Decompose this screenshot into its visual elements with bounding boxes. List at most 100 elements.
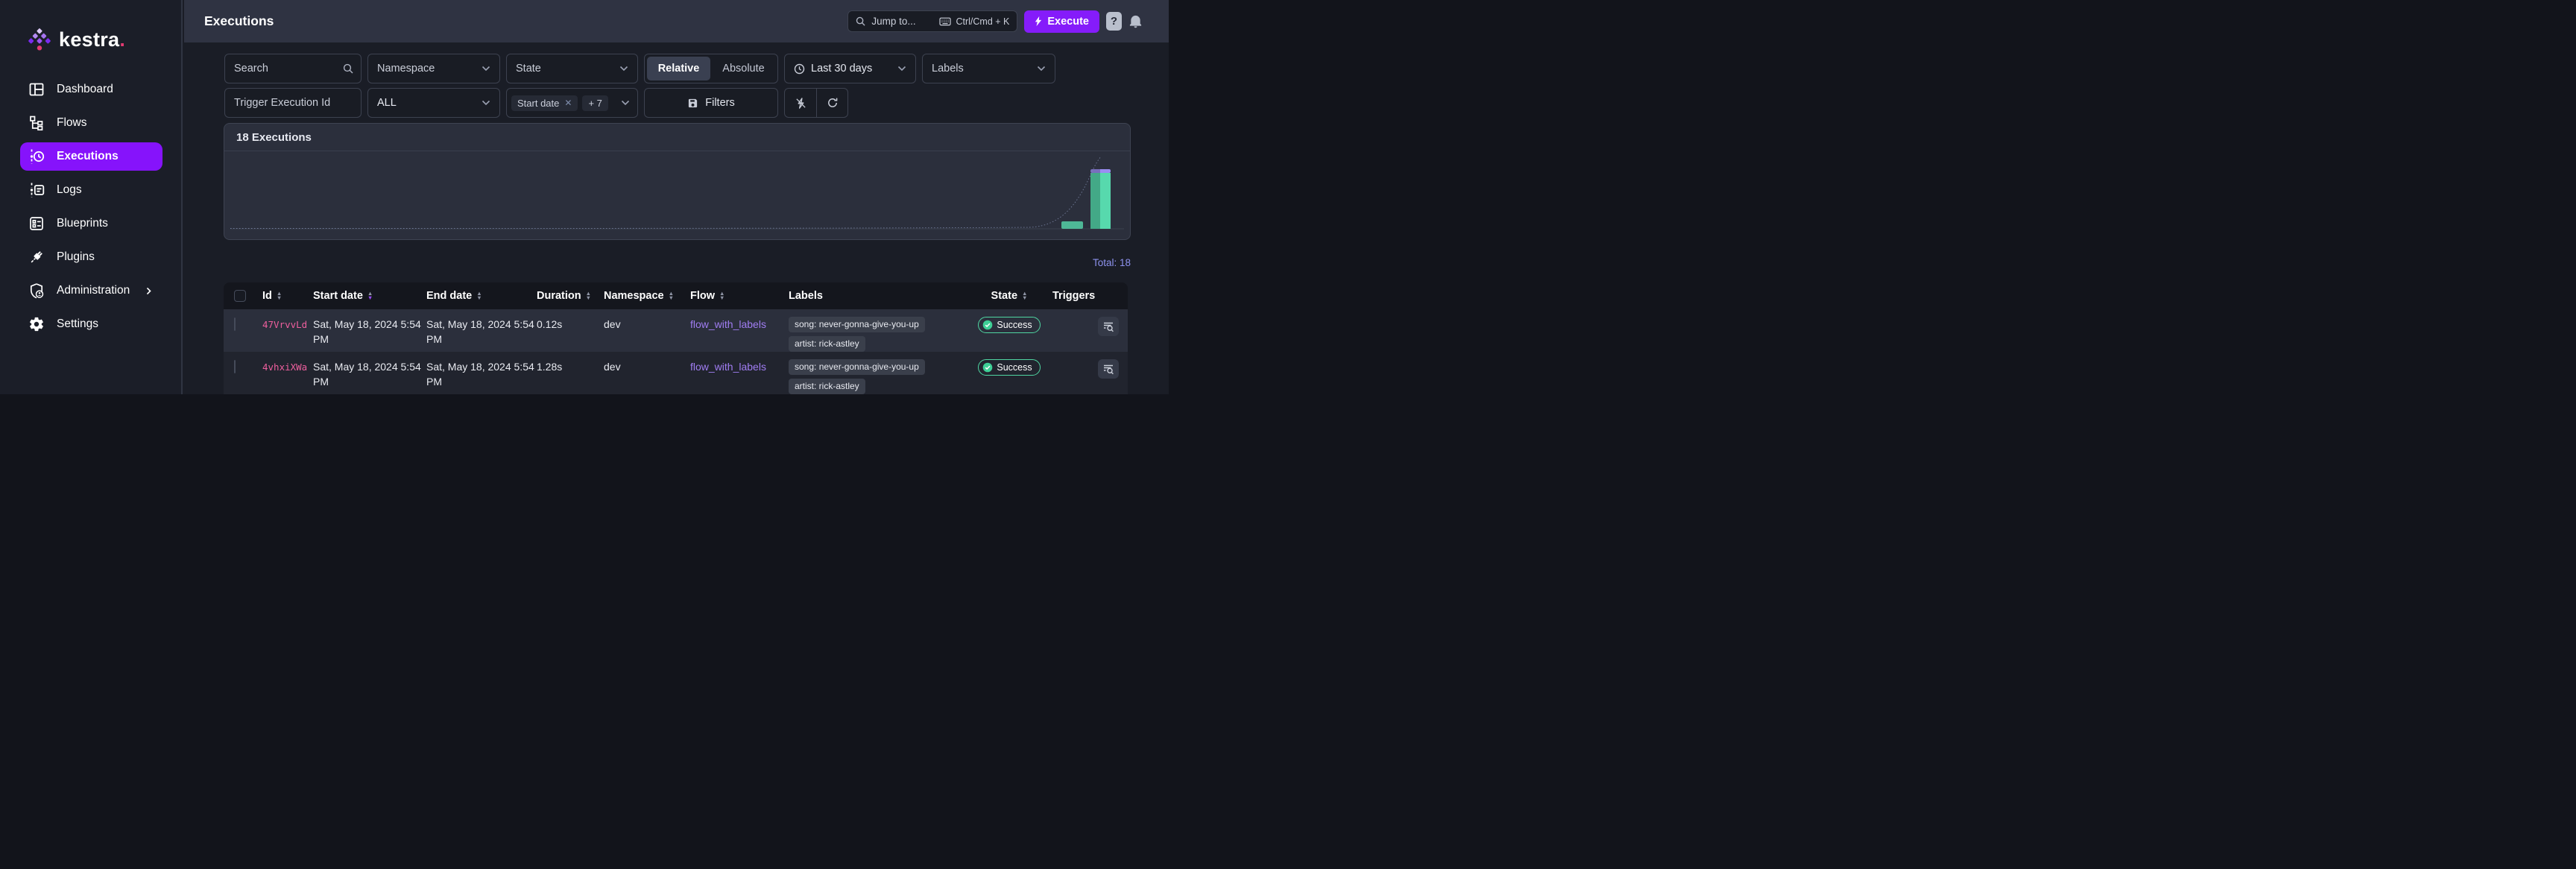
remove-chip-icon[interactable]: ✕ (564, 98, 572, 108)
scope-value: ALL (377, 97, 397, 109)
column-header-state[interactable]: State ▲ ▼ (967, 290, 1051, 302)
state-filter-label: State (516, 63, 541, 75)
sidebar-item-administration[interactable]: Administration (20, 276, 162, 305)
total-count: Total: 18 (1092, 257, 1131, 268)
question-mark-icon: ? (1110, 15, 1118, 28)
row-checkbox[interactable] (234, 317, 236, 331)
chevron-right-icon (144, 286, 154, 296)
dashboard-icon (28, 81, 45, 98)
blueprints-icon (28, 215, 45, 232)
date-range-select[interactable]: Last 30 days (784, 54, 916, 83)
check-circle-icon (982, 362, 993, 373)
trigger-execution-id-filter (224, 88, 362, 118)
brand-dot: . (119, 28, 126, 51)
brand-name: kestra. (59, 28, 126, 51)
execute-label: Execute (1047, 15, 1089, 28)
refresh-button[interactable] (816, 89, 847, 117)
column-header-namespace[interactable]: Namespace ▲ ▼ (599, 290, 687, 302)
shortcut-text: Ctrl/Cmd + K (956, 16, 1010, 27)
chevron-down-icon (621, 100, 630, 106)
trigger-logs-button[interactable] (1098, 317, 1119, 336)
absolute-toggle[interactable]: Absolute (712, 57, 775, 80)
time-mode-toggle: Relative Absolute (644, 54, 778, 83)
column-label: Labels (789, 290, 823, 302)
columns-multiselect[interactable]: Start date ✕ + 7 (506, 88, 638, 118)
state-cell: Success (967, 352, 1051, 376)
column-header-end-date[interactable]: End date ▲ ▼ (423, 290, 535, 302)
text-search-icon (1102, 320, 1114, 332)
relative-label: Relative (657, 63, 700, 75)
sidebar-item-label: Flows (57, 116, 87, 129)
trigger-logs-button[interactable] (1098, 359, 1119, 379)
sidebar-item-flows[interactable]: Flows (20, 109, 162, 137)
jump-to-search[interactable]: Jump to... Ctrl/Cmd + K (847, 10, 1018, 32)
table-row[interactable]: 47VrvvLd Sat, May 18, 2024 5:54 PM Sat, … (224, 309, 1128, 352)
namespace-filter-label: Namespace (377, 63, 435, 75)
table-row[interactable]: 4vhxiXWa Sat, May 18, 2024 5:54 PM Sat, … (224, 352, 1128, 394)
save-filters-button[interactable]: Filters (644, 88, 778, 118)
status-label: Success (997, 320, 1032, 330)
namespace-value: dev (604, 361, 621, 373)
executions-chart[interactable] (224, 151, 1130, 239)
scope-select[interactable]: ALL (367, 88, 500, 118)
sidebar-item-dashboard[interactable]: Dashboard (20, 75, 162, 104)
sidebar-item-logs[interactable]: Logs (20, 176, 162, 204)
column-header-labels: Labels (786, 290, 967, 302)
auto-refresh-off-button[interactable] (785, 89, 816, 117)
sidebar-item-plugins[interactable]: Plugins (20, 243, 162, 271)
column-header-flow[interactable]: Flow ▲ ▼ (687, 290, 786, 302)
labels-filter-select[interactable]: Labels (922, 54, 1055, 83)
column-label: Duration (537, 290, 581, 302)
select-all-checkbox[interactable] (234, 290, 246, 302)
notifications-button[interactable] (1128, 14, 1143, 28)
search-input[interactable] (224, 54, 362, 83)
chip-label: Start date (517, 97, 560, 109)
filters-row-1: Namespace State Relative Absolute Last 3… (224, 54, 1055, 83)
absolute-label: Absolute (722, 63, 765, 75)
page-title: Executions (204, 13, 274, 28)
labels-cell: song: never-gonna-give-you-up artist: ri… (786, 352, 967, 394)
lightning-bolt-icon (1035, 16, 1042, 27)
gear-icon (28, 316, 45, 332)
execution-id-link[interactable]: 4vhxiXWa (262, 361, 307, 373)
triggers-cell (1051, 309, 1128, 336)
end-date-value: Sat, May 18, 2024 5:54 PM (426, 318, 534, 345)
column-label: Id (262, 290, 272, 302)
bell-icon (1128, 14, 1143, 28)
label-pill: song: never-gonna-give-you-up (789, 317, 925, 332)
chevron-down-icon (482, 66, 490, 72)
topbar-actions: Jump to... Ctrl/Cmd + K Execute ? (847, 10, 1143, 33)
save-filters-label: Filters (705, 97, 735, 109)
keyboard-icon (939, 17, 952, 26)
execution-id-link[interactable]: 47VrvvLd (262, 319, 307, 330)
kestra-logo[interactable]: kestra. (27, 27, 125, 52)
status-badge: Success (978, 359, 1041, 376)
triggers-cell (1051, 352, 1128, 379)
text-search-icon (1102, 363, 1114, 375)
trigger-execution-id-input[interactable] (224, 88, 362, 118)
duration-value: 0.12s (537, 318, 563, 330)
relative-toggle[interactable]: Relative (647, 57, 710, 80)
column-label: Namespace (604, 290, 664, 302)
chevron-down-icon (619, 66, 628, 72)
plugin-icon (28, 249, 45, 265)
column-header-id[interactable]: Id ▲ ▼ (253, 290, 312, 302)
sidebar-item-settings[interactable]: Settings (20, 310, 162, 338)
column-label: State (991, 290, 1018, 302)
namespace-filter-select[interactable]: Namespace (367, 54, 500, 83)
sidebar-item-label: Blueprints (57, 217, 108, 230)
execute-button[interactable]: Execute (1024, 10, 1099, 33)
sidebar-item-executions[interactable]: Executions (20, 142, 162, 171)
help-button[interactable]: ? (1106, 12, 1122, 31)
row-checkbox[interactable] (234, 360, 236, 373)
search-icon (856, 16, 865, 26)
sidebar-nav: Dashboard Flows Executions Logs Blueprin… (0, 75, 181, 338)
sidebar-item-blueprints[interactable]: Blueprints (20, 209, 162, 238)
flow-link[interactable]: flow_with_labels (690, 318, 766, 330)
column-header-duration[interactable]: Duration ▲ ▼ (535, 290, 599, 302)
duration-value: 1.28s (537, 361, 563, 373)
flow-link[interactable]: flow_with_labels (690, 361, 766, 373)
column-header-start-date[interactable]: Start date ▲ ▼ (312, 290, 423, 302)
chart-card-title: 18 Executions (224, 124, 1130, 151)
state-filter-select[interactable]: State (506, 54, 638, 83)
